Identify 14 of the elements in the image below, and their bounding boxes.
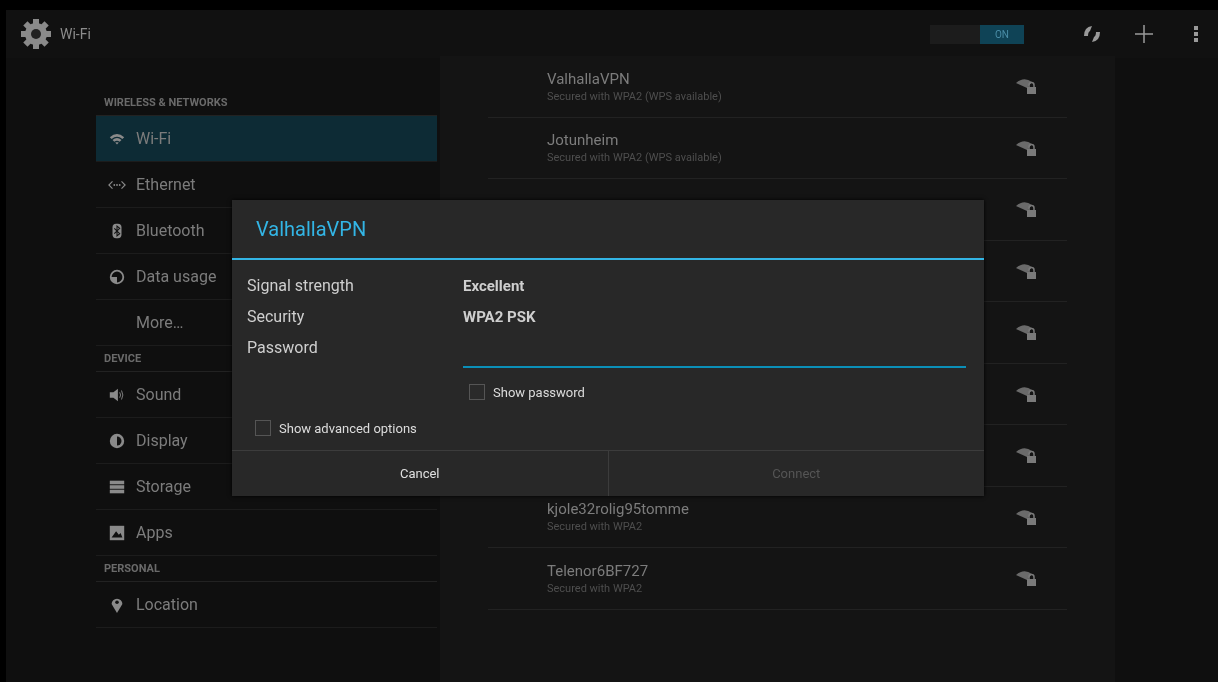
- section-header: PERSONAL: [96, 556, 437, 582]
- toggle-label: ON: [980, 24, 1024, 44]
- screen-title: Wi-Fi: [60, 26, 92, 42]
- network-name: Telenor6BF727: [547, 561, 650, 580]
- network-name: Jotunheim: [547, 131, 620, 150]
- checkbox-label: Show advanced options: [279, 420, 417, 436]
- field-label: Security: [247, 307, 306, 326]
- checkbox-label: Show password: [493, 384, 585, 400]
- field-value: Excellent: [463, 276, 525, 295]
- network-name: kjole32rolig95tomme: [547, 500, 690, 519]
- field-value: WPA2 PSK: [463, 307, 536, 326]
- dialog-title: ValhallaVPN: [232, 200, 984, 260]
- field-label: Signal strength: [247, 276, 355, 295]
- network-name: ValhallaVPN: [547, 69, 631, 88]
